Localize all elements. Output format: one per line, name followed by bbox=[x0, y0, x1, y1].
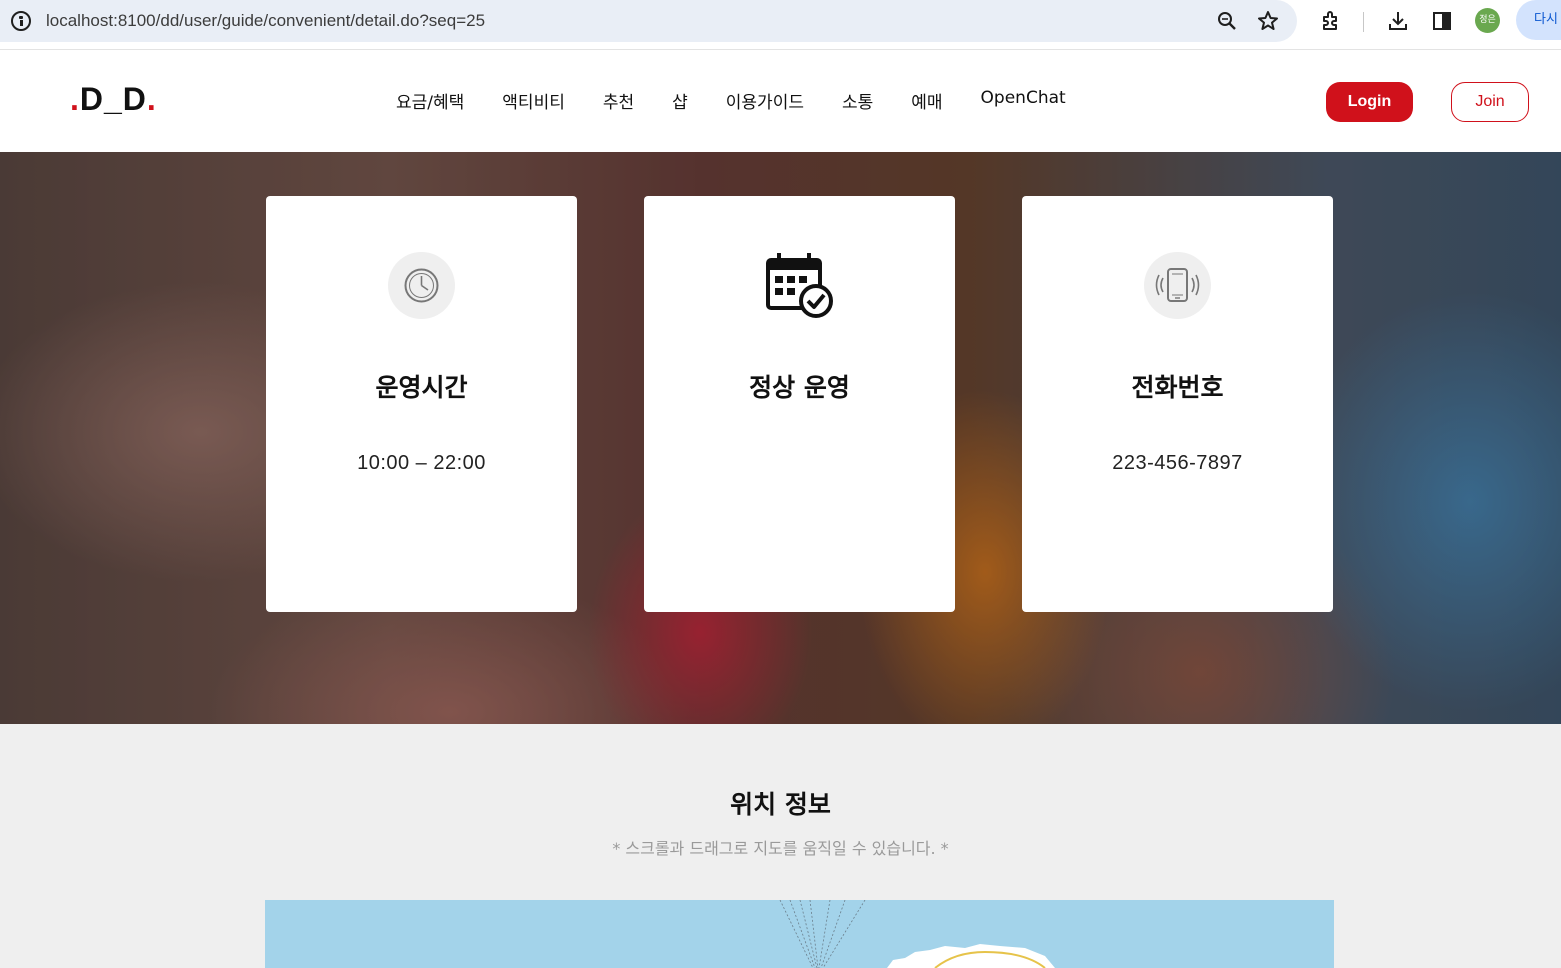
bookmark-star-icon[interactable] bbox=[1256, 9, 1280, 33]
location-section: 위치 정보 * 스크롤과 드래그로 지도를 움직일 수 있습니다. * bbox=[0, 724, 1561, 968]
map-hint: * 스크롤과 드래그로 지도를 움직일 수 있습니다. * bbox=[612, 839, 949, 858]
site-info-icon[interactable] bbox=[11, 11, 31, 31]
main-nav: 요금/혜택 액티비티 추천 샵 이용가이드 소통 예매 OpenChat bbox=[396, 88, 1104, 113]
address-bar[interactable]: localhost:8100/dd/user/guide/convenient/… bbox=[0, 0, 1297, 42]
nav-item-openchat[interactable]: OpenChat bbox=[981, 88, 1066, 113]
join-button[interactable]: Join bbox=[1451, 82, 1529, 122]
card-title: 전화번호 bbox=[1131, 373, 1224, 402]
extensions-icon[interactable] bbox=[1319, 9, 1343, 33]
logo-text: D_D bbox=[79, 81, 147, 117]
download-icon[interactable] bbox=[1386, 9, 1410, 33]
card-value: 10:00 – 22:00 bbox=[357, 452, 486, 474]
toolbar-divider bbox=[1363, 12, 1364, 32]
card-value: 223-456-7897 bbox=[1112, 452, 1243, 474]
nav-item-activity[interactable]: 액티비티 bbox=[502, 88, 565, 113]
logo-dot-left: . bbox=[70, 81, 80, 117]
info-card-phone: 전화번호 223-456-7897 bbox=[1022, 196, 1333, 612]
browser-toolbar: localhost:8100/dd/user/guide/convenient/… bbox=[0, 0, 1561, 50]
map-graphic bbox=[779, 900, 1055, 968]
info-card-hours: 운영시간 10:00 – 22:00 bbox=[266, 196, 577, 612]
location-title: 위치 정보 bbox=[730, 790, 831, 819]
calendar-check-icon bbox=[764, 250, 836, 322]
login-button[interactable]: Login bbox=[1326, 82, 1413, 122]
nav-item-shop[interactable]: 샵 bbox=[672, 88, 688, 113]
side-panel-icon[interactable] bbox=[1430, 9, 1454, 33]
nav-item-booking[interactable]: 예매 bbox=[911, 88, 942, 113]
info-card-status: 정상 운영 bbox=[644, 196, 955, 612]
nav-item-community[interactable]: 소통 bbox=[842, 88, 873, 113]
card-title: 정상 운영 bbox=[749, 373, 850, 402]
nav-item-guide[interactable]: 이용가이드 bbox=[726, 88, 804, 113]
nav-item-recommend[interactable]: 추천 bbox=[603, 88, 634, 113]
map-view[interactable] bbox=[265, 900, 1334, 968]
nav-item-pricing[interactable]: 요금/혜택 bbox=[396, 88, 464, 113]
phone-vibrate-icon bbox=[1144, 252, 1211, 319]
logo-dot-right: . bbox=[146, 81, 157, 117]
card-title: 운영시간 bbox=[375, 373, 468, 402]
site-header: .D_D. 요금/혜택 액티비티 추천 샵 이용가이드 소통 예매 OpenCh… bbox=[0, 51, 1561, 152]
site-logo[interactable]: .D_D. bbox=[70, 81, 157, 118]
profile-avatar[interactable]: 정은 bbox=[1475, 8, 1500, 33]
resume-button[interactable]: 다시 bbox=[1516, 0, 1561, 40]
clock-icon bbox=[388, 252, 455, 319]
hero-banner: 운영시간 10:00 – 22:00 정상 운영 전화번호 223-456-78… bbox=[0, 152, 1561, 724]
zoom-icon[interactable] bbox=[1215, 9, 1239, 33]
address-url[interactable]: localhost:8100/dd/user/guide/convenient/… bbox=[46, 11, 485, 31]
